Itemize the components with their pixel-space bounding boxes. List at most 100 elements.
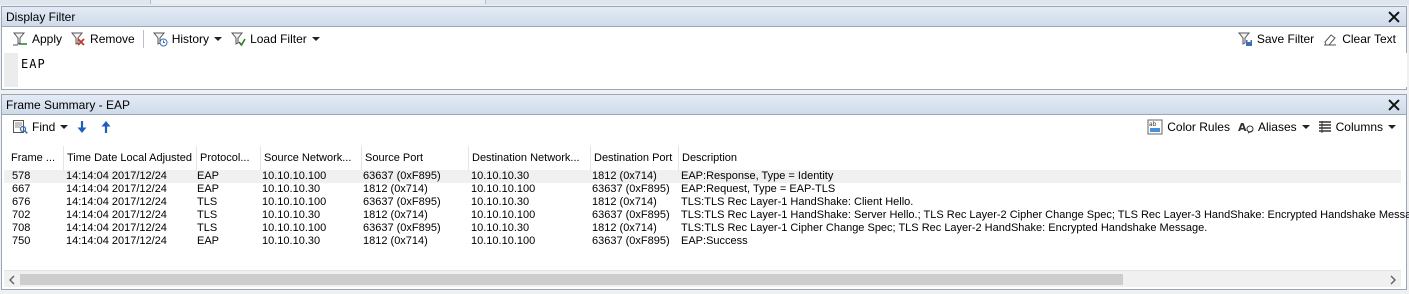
- cell-frame-number: 702: [12, 209, 31, 221]
- cell-source-port: 1812 (0x714): [363, 209, 428, 221]
- cell-destination-network: 10.10.10.100: [471, 209, 536, 221]
- cell-time: 14:14:04 2017/12/24: [66, 196, 167, 208]
- remove-button[interactable]: Remove: [66, 29, 139, 49]
- cell-destination-port: 63637 (0xF895): [592, 183, 670, 195]
- history-button[interactable]: History: [148, 29, 226, 49]
- cell-protocol: EAP: [197, 170, 220, 182]
- scroll-right-icon[interactable]: [1387, 274, 1399, 285]
- cell-destination-port: 1812 (0x714): [592, 170, 657, 182]
- cell-source-port: 1812 (0x714): [363, 183, 428, 195]
- cell-description: TLS:TLS Rec Layer-1 HandShake: Client He…: [681, 196, 914, 208]
- cell-destination-network: 10.10.10.30: [471, 196, 530, 208]
- find-previous-button[interactable]: [96, 117, 120, 137]
- color-rules-button[interactable]: ab Color Rules: [1143, 117, 1234, 137]
- find-icon: [13, 120, 28, 134]
- column-header-destination-network[interactable]: Destination Network...: [469, 146, 591, 170]
- arrow-up-icon: [101, 121, 111, 133]
- column-header-frame-number[interactable]: Frame ...: [8, 146, 64, 170]
- filter-text-editor[interactable]: EAP: [4, 53, 1407, 87]
- cell-time: 14:14:04 2017/12/24: [66, 183, 167, 195]
- aliases-label: Aliases: [1257, 120, 1297, 134]
- cell-description: EAP:Request, Type = EAP-TLS: [681, 183, 836, 195]
- table-row[interactable]: 667 14:14:04 2017/12/24 EAP 10.10.10.30 …: [4, 183, 1401, 196]
- column-header-source-port[interactable]: Source Port: [362, 146, 469, 170]
- cell-protocol: TLS: [197, 209, 218, 221]
- horizontal-scrollbar[interactable]: [4, 270, 1401, 287]
- editor-gutter: [4, 53, 18, 87]
- cell-time: 14:14:04 2017/12/24: [66, 209, 167, 221]
- find-button[interactable]: Find: [8, 117, 72, 137]
- close-icon[interactable]: [1386, 9, 1402, 25]
- column-header-description[interactable]: Description: [679, 146, 1401, 170]
- cell-source-port: 1812 (0x714): [363, 235, 428, 247]
- cell-destination-network: 10.10.10.100: [471, 183, 536, 195]
- column-header-protocol[interactable]: Protocol...: [197, 146, 261, 170]
- find-next-button[interactable]: [72, 117, 96, 137]
- cell-description: EAP:Success: [681, 235, 748, 247]
- cell-description: TLS:TLS Rec Layer-1 HandShake: Server He…: [681, 209, 1409, 221]
- table-row[interactable]: 676 14:14:04 2017/12/24 TLS 10.10.10.100…: [4, 196, 1401, 209]
- cell-source-network: 10.10.10.100: [262, 196, 327, 208]
- filter-toolbar: Apply Remove History Load Filter Save Fi…: [2, 27, 1406, 51]
- chevron-down-icon: [214, 37, 223, 41]
- funnel-remove-icon: [70, 32, 85, 46]
- cell-time: 14:14:04 2017/12/24: [66, 170, 167, 182]
- table-row[interactable]: 702 14:14:04 2017/12/24 TLS 10.10.10.30 …: [4, 209, 1409, 222]
- color-rules-icon: ab: [1147, 119, 1163, 135]
- cell-source-network: 10.10.10.30: [262, 235, 321, 247]
- table-row[interactable]: 750 14:14:04 2017/12/24 EAP 10.10.10.30 …: [4, 235, 1401, 248]
- top-tab-strip: [0, 0, 1409, 5]
- columns-button[interactable]: Columns: [1314, 117, 1400, 137]
- cell-frame-number: 708: [12, 222, 31, 234]
- chevron-down-icon: [311, 37, 320, 41]
- cell-destination-port: 63637 (0xF895): [592, 209, 670, 221]
- aliases-button[interactable]: A Aliases: [1234, 117, 1314, 137]
- cell-source-network: 10.10.10.30: [262, 183, 321, 195]
- load-filter-button[interactable]: Load Filter: [226, 29, 324, 49]
- table-row[interactable]: 578 14:14:04 2017/12/24 EAP 10.10.10.100…: [4, 170, 1401, 183]
- cell-protocol: EAP: [197, 183, 220, 195]
- columns-icon: [1318, 121, 1331, 133]
- save-filter-button[interactable]: Save Filter: [1233, 29, 1318, 49]
- columns-label: Columns: [1335, 120, 1383, 134]
- history-label: History: [171, 32, 210, 46]
- chevron-down-icon: [1388, 125, 1396, 129]
- scrollbar-thumb[interactable]: [20, 274, 1123, 285]
- apply-button[interactable]: Apply: [8, 29, 66, 49]
- cell-destination-port: 1812 (0x714): [592, 196, 657, 208]
- find-label: Find: [32, 120, 56, 134]
- funnel-load-icon: [231, 32, 246, 47]
- column-header-source-network[interactable]: Source Network...: [261, 146, 362, 170]
- svg-text:A: A: [1238, 121, 1247, 134]
- column-header-destination-port[interactable]: Destination Port: [591, 146, 679, 170]
- cell-protocol: TLS: [197, 222, 218, 234]
- close-icon[interactable]: [1386, 97, 1402, 113]
- chevron-down-icon: [1301, 125, 1310, 129]
- aliases-icon: A: [1238, 121, 1254, 134]
- scroll-left-icon[interactable]: [6, 274, 18, 285]
- cell-source-network: 10.10.10.100: [262, 222, 327, 234]
- cell-destination-port: 63637 (0xF895): [592, 235, 670, 247]
- cell-protocol: EAP: [197, 235, 220, 247]
- cell-time: 14:14:04 2017/12/24: [66, 235, 167, 247]
- filter-text[interactable]: EAP: [21, 57, 46, 71]
- table-row[interactable]: 708 14:14:04 2017/12/24 TLS 10.10.10.100…: [4, 222, 1401, 235]
- toolbar-separator: [142, 30, 144, 48]
- funnel-save-icon: [1237, 32, 1252, 46]
- cell-frame-number: 667: [12, 183, 31, 195]
- chevron-down-icon: [60, 125, 69, 129]
- cell-source-network: 10.10.10.30: [262, 209, 321, 221]
- cell-source-port: 63637 (0xF895): [363, 222, 441, 234]
- frame-summary-header: Frame Summary - EAP: [2, 95, 1406, 115]
- grid-header: Frame ... Time Date Local Adjusted Proto…: [4, 146, 1401, 170]
- remove-label: Remove: [90, 32, 135, 46]
- cell-destination-network: 10.10.10.30: [471, 170, 530, 182]
- column-header-time[interactable]: Time Date Local Adjusted: [64, 146, 197, 170]
- inactive-tab[interactable]: [150, 0, 486, 4]
- clear-text-button[interactable]: Clear Text: [1318, 29, 1400, 49]
- cell-frame-number: 578: [12, 170, 31, 182]
- funnel-history-icon: [152, 32, 168, 47]
- save-filter-label: Save Filter: [1256, 32, 1315, 46]
- panel-title: Frame Summary - EAP: [6, 97, 131, 112]
- cell-frame-number: 750: [12, 235, 31, 247]
